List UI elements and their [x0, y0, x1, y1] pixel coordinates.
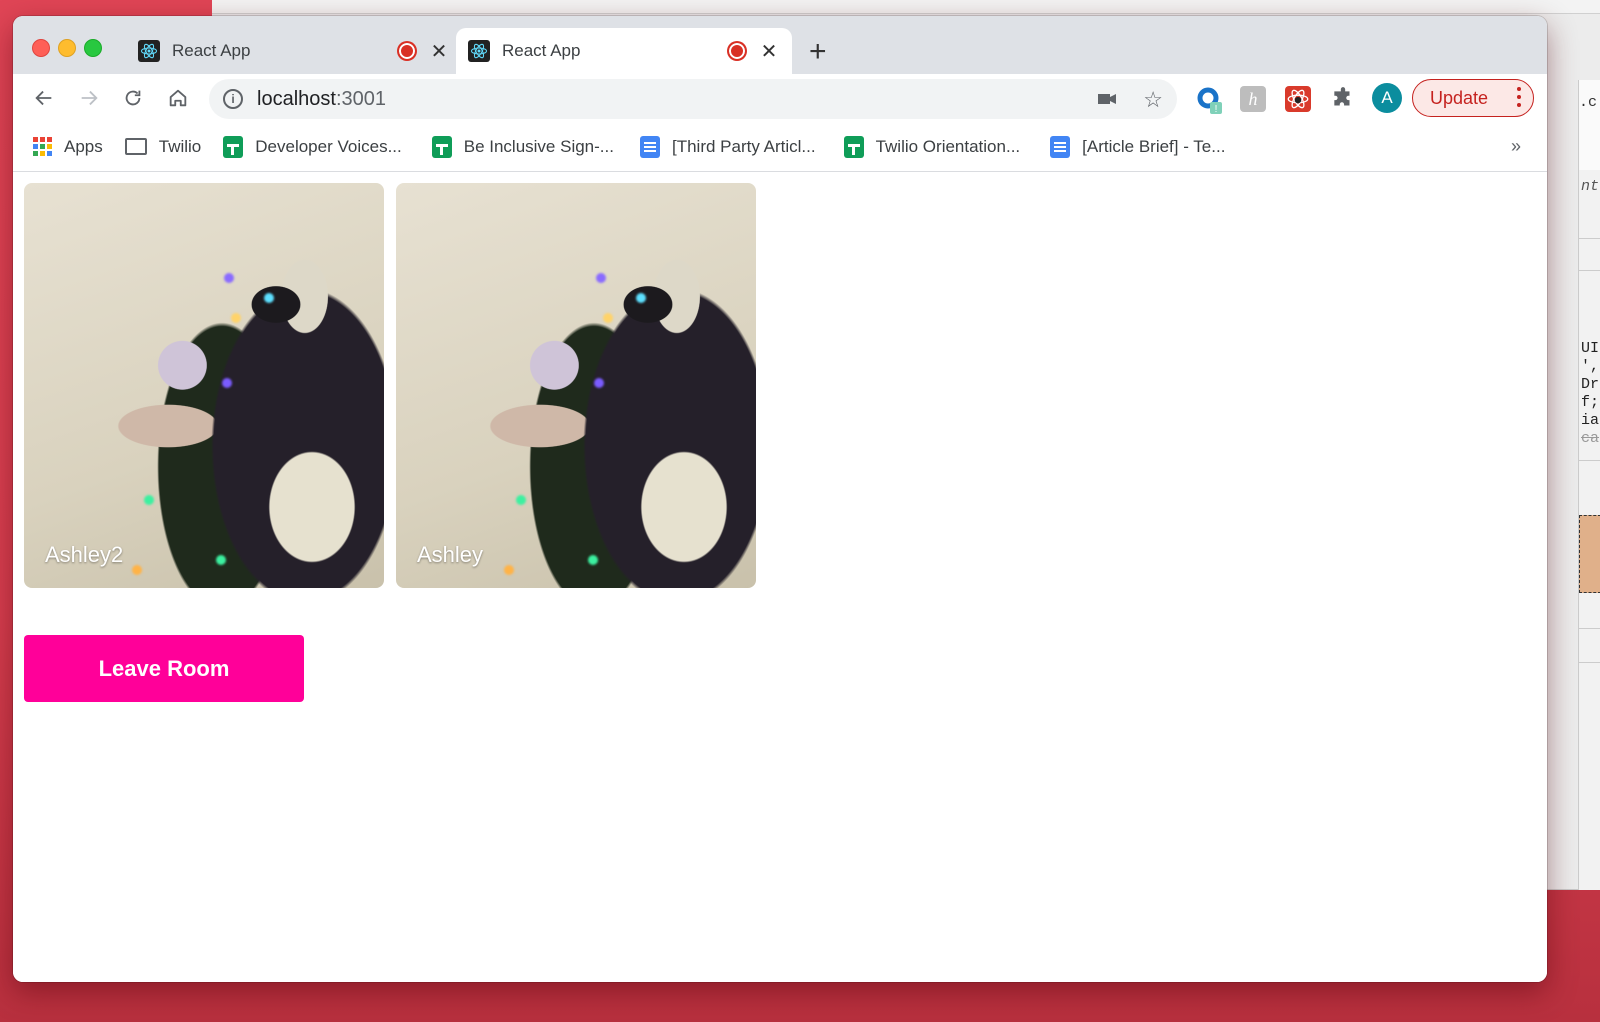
back-button[interactable] [30, 84, 58, 112]
tab-react-app-1[interactable]: React App ✕ [126, 28, 462, 74]
new-tab-button[interactable]: + [809, 37, 827, 67]
participant-video-tile: Ashley [396, 183, 756, 588]
participants-grid: Ashley2 Ashley [24, 183, 756, 588]
bookmark-developer-voices[interactable]: Developer Voices... [223, 135, 402, 158]
bookmark-label: Twilio [158, 136, 202, 156]
background-snippet-text: .c [1579, 94, 1598, 111]
bookmark-star-icon[interactable]: ☆ [1143, 87, 1163, 113]
box-model-highlight [1579, 515, 1600, 593]
bookmark-article-brief[interactable]: [Article Brief] - Te... [1050, 135, 1226, 158]
bookmark-third-party-article[interactable]: [Third Party Articl... [639, 135, 816, 158]
page-content: Ashley2 Ashley Leave Room [13, 172, 1547, 982]
browser-toolbar: i localhost :3001 ☆ ! h A Update [13, 74, 1547, 122]
bookmark-be-inclusive[interactable]: Be Inclusive Sign-... [431, 135, 614, 158]
code-line: UI [1581, 340, 1600, 357]
loop-extension-icon[interactable]: ! [1196, 86, 1222, 115]
react-logo-icon [468, 40, 490, 62]
close-tab-icon[interactable]: ✕ [760, 39, 778, 64]
bookmark-label: Twilio Orientation... [875, 136, 1021, 156]
recording-indicator-icon [398, 42, 416, 60]
more-menu-icon[interactable] [1517, 87, 1521, 107]
reload-button[interactable] [119, 84, 147, 112]
recording-indicator-icon [728, 42, 746, 60]
react-devtools-icon[interactable] [1285, 86, 1311, 112]
leave-room-button[interactable]: Leave Room [24, 635, 304, 702]
reload-icon [125, 90, 141, 106]
site-info-icon[interactable]: i [223, 89, 243, 109]
svg-text:!: ! [1215, 104, 1218, 115]
bookmark-label: Developer Voices... [255, 136, 402, 156]
close-window-button[interactable] [32, 39, 50, 57]
address-bar[interactable]: i localhost :3001 ☆ [209, 79, 1177, 119]
bookmark-label: Be Inclusive Sign-... [463, 136, 614, 156]
code-line: ', [1581, 358, 1600, 375]
bookmark-twilio-orientation[interactable]: Twilio Orientation... [843, 135, 1021, 158]
bookmarks-bar: Apps Twilio Developer Voices... Be Inclu… [13, 122, 1547, 172]
bookmark-label: [Article Brief] - Te... [1082, 136, 1226, 156]
google-docs-icon [639, 135, 660, 158]
google-docs-icon [1050, 135, 1071, 158]
google-sheets-icon [223, 135, 244, 158]
close-tab-icon[interactable]: ✕ [430, 39, 448, 64]
tab-react-app-2[interactable]: React App ✕ [456, 28, 792, 74]
bookmark-label: [Third Party Articl... [671, 136, 816, 156]
tab-title: React App [502, 41, 581, 60]
bookmark-twilio-folder[interactable]: Twilio [124, 136, 202, 157]
forward-button[interactable] [75, 84, 103, 112]
address-port: :3001 [335, 87, 386, 110]
profile-avatar[interactable]: A [1372, 83, 1402, 113]
code-line: Dr [1581, 376, 1600, 393]
background-italic-text: nt [1581, 178, 1600, 195]
camera-in-use-icon[interactable] [1097, 91, 1117, 112]
home-icon [169, 89, 187, 107]
participant-video-tile: Ashley2 [24, 183, 384, 588]
window-controls [32, 39, 102, 57]
tab-title: React App [172, 41, 251, 60]
browser-window: React App ✕ React App ✕ + i localhost:3… [13, 16, 1547, 982]
update-label: Update [1430, 87, 1489, 108]
code-line-struck: ca [1581, 430, 1600, 447]
home-button[interactable] [164, 84, 192, 112]
apps-grid-icon [33, 137, 52, 156]
background-window-snippet: .c [1578, 80, 1600, 170]
arrow-right-icon [81, 90, 98, 106]
bookmark-label: Apps [64, 136, 103, 156]
bookmark-apps[interactable]: Apps [33, 137, 103, 157]
arrow-left-icon [35, 90, 52, 106]
participant-name: Ashley [417, 542, 484, 567]
participant-name: Ashley2 [45, 542, 124, 567]
folder-icon [124, 138, 147, 155]
background-code: UI ', Dr f; ia ca [1581, 340, 1599, 448]
h-extension-icon[interactable]: h [1240, 86, 1266, 112]
tab-strip: React App ✕ React App ✕ + [13, 16, 1547, 74]
background-devtools-panel: nt UI ', Dr f; ia ca [1578, 170, 1600, 890]
address-host: localhost [257, 87, 336, 110]
maximize-window-button[interactable] [84, 39, 102, 57]
extensions-puzzle-icon[interactable] [1330, 86, 1356, 112]
minimize-window-button[interactable] [58, 39, 76, 57]
bookmarks-overflow-button[interactable]: » [1511, 136, 1521, 157]
google-sheets-icon [431, 135, 452, 158]
google-sheets-icon [843, 135, 864, 158]
react-logo-icon [138, 40, 160, 62]
update-chrome-button[interactable]: Update [1412, 79, 1534, 117]
code-line: ia [1581, 412, 1600, 429]
code-line: f; [1581, 394, 1600, 411]
